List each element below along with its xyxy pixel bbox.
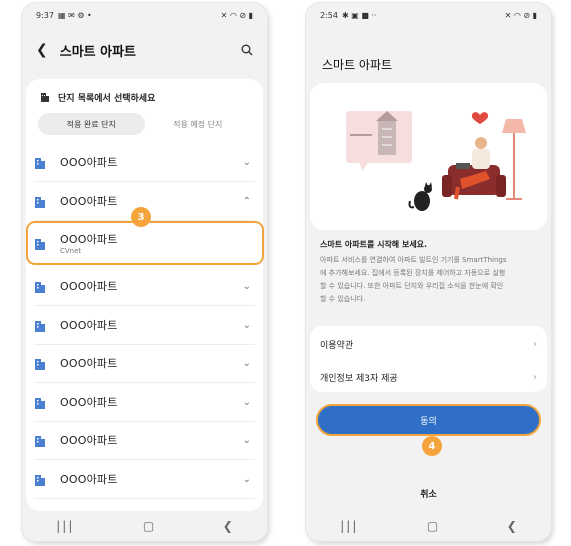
step-badge: 4 xyxy=(422,436,442,456)
list-item[interactable]: OOO아파트 ⌄ xyxy=(34,344,255,383)
chevron-down-icon[interactable]: ⌄ xyxy=(243,281,251,292)
recent-apps-icon[interactable]: ||| xyxy=(56,519,74,533)
chevron-down-icon[interactable]: ⌄ xyxy=(243,157,251,168)
chevron-right-icon: › xyxy=(533,339,537,350)
terms-menu-card: 이용약관 › 개인정보 제3자 제공 › xyxy=(310,326,547,392)
building-icon xyxy=(35,397,45,409)
chevron-down-icon[interactable]: ⌄ xyxy=(243,358,251,369)
illustration-card xyxy=(310,83,547,230)
status-time: 9:37 xyxy=(36,10,54,20)
smart-home-illustration xyxy=(346,111,526,211)
list-item-selected[interactable]: OOO아파트 CVnet xyxy=(34,224,255,262)
cancel-button[interactable]: 취소 xyxy=(306,487,551,500)
menu-item-label: 이용약관 xyxy=(320,341,354,351)
complex-name: OOO아파트 xyxy=(60,280,118,293)
complex-name: OOO아파트 xyxy=(60,396,118,409)
chevron-down-icon[interactable]: ⌄ xyxy=(243,320,251,331)
list-item[interactable]: OOO아파트 ⌄ xyxy=(34,267,255,306)
building-icon xyxy=(41,93,49,102)
agree-button[interactable]: 동의 xyxy=(316,404,541,436)
chevron-right-icon: › xyxy=(533,372,537,383)
intro-title: 스마트 아파트를 시작해 보세요. xyxy=(320,240,428,249)
building-icon xyxy=(35,281,45,293)
search-icon[interactable] xyxy=(241,44,253,56)
segment-tabs: 적용 완료 단지 적용 예정 단지 xyxy=(38,113,251,135)
chevron-down-icon[interactable]: ⌄ xyxy=(243,474,251,485)
recent-apps-icon[interactable]: ||| xyxy=(340,519,358,533)
intro-line: 할 수 있습니다. 또한 아파트 단지와 우리집 소식을 한눈에 확인 xyxy=(320,282,504,290)
tab-applied[interactable]: 적용 완료 단지 xyxy=(38,113,145,135)
complex-name: OOO아파트 xyxy=(60,473,118,486)
menu-item-terms[interactable]: 이용약관 › xyxy=(320,328,537,361)
list-item[interactable]: OOO아파트 ⌄ xyxy=(34,306,255,345)
list-item[interactable]: OOO아파트 ⌄ xyxy=(34,421,255,460)
nav-bar: ||| ▢ ❮ xyxy=(306,511,551,541)
page-title: 스마트 아파트 xyxy=(322,57,393,72)
home-icon[interactable]: ▢ xyxy=(143,519,154,533)
notification-icons: ▦ ✉ ⚙ • xyxy=(57,10,92,20)
intro-line: 아파트 서비스를 연결하여 아파트 빌트인 기기를 SmartThings xyxy=(320,256,507,264)
intro-line: 에 추가해보세요. 집에서 등록된 장치를 제어하고 자동으로 실행 xyxy=(320,269,506,277)
building-icon xyxy=(35,196,45,208)
system-icons: ✕ ◠ ⊘ ▮ xyxy=(504,10,537,20)
intro-section: 스마트 아파트를 시작해 보세요. 아파트 서비스를 연결하여 아파트 빌트인 … xyxy=(320,239,537,306)
building-icon xyxy=(35,157,45,169)
status-bar: 2:54 ✱ ▣ ■ ·· ✕ ◠ ⊘ ▮ xyxy=(306,3,551,27)
menu-item-third-party[interactable]: 개인정보 제3자 제공 › xyxy=(320,361,537,394)
system-icons: ✕ ◠ ⊘ ▮ xyxy=(220,10,253,20)
app-bar: 스마트 아파트 xyxy=(306,47,551,81)
complex-name: OOO아파트 xyxy=(60,357,118,370)
complex-name: OOO아파트 xyxy=(60,233,118,246)
right-phone-screen: 2:54 ✱ ▣ ■ ·· ✕ ◠ ⊘ ▮ 스마트 아파트 스마트 아파트를 시… xyxy=(306,3,551,541)
chevron-down-icon[interactable]: ⌄ xyxy=(243,435,251,446)
list-item[interactable]: OOO아파트 ⌄ xyxy=(34,383,255,422)
building-icon xyxy=(35,435,45,447)
intro-line: 할 수 있습니다. xyxy=(320,295,366,303)
menu-item-label: 개인정보 제3자 제공 xyxy=(320,374,398,384)
step-badge: 3 xyxy=(131,207,151,227)
list-item[interactable]: OOO아파트 ⌄ xyxy=(34,143,255,182)
building-icon xyxy=(35,320,45,332)
status-bar: 9:37 ▦ ✉ ⚙ • ✕ ◠ ⊘ ▮ xyxy=(22,3,267,27)
complex-name: OOO아파트 xyxy=(60,156,118,169)
complex-name: OOO아파트 xyxy=(60,434,118,447)
building-icon xyxy=(35,358,45,370)
tab-scheduled[interactable]: 적용 예정 단지 xyxy=(145,113,252,135)
back-icon[interactable]: ❮ xyxy=(223,519,233,533)
home-icon[interactable]: ▢ xyxy=(427,519,438,533)
building-icon xyxy=(35,474,45,486)
list-header: 단지 목록에서 선택하세요 xyxy=(26,87,263,107)
complex-name: OOO아파트 xyxy=(60,195,118,208)
complex-provider: CVnet xyxy=(60,247,82,255)
app-bar: ❮ 스마트 아파트 xyxy=(22,33,267,67)
list-header-label: 단지 목록에서 선택하세요 xyxy=(58,93,156,104)
chevron-up-icon[interactable]: ⌃ xyxy=(243,196,251,207)
notification-icons: ✱ ▣ ■ ·· xyxy=(341,10,377,20)
nav-bar: ||| ▢ ❮ xyxy=(22,511,267,541)
complex-name: OOO아파트 xyxy=(60,319,118,332)
status-time: 2:54 xyxy=(320,10,338,20)
chevron-down-icon[interactable]: ⌄ xyxy=(243,397,251,408)
list-item[interactable]: OOO아파트 ⌄ xyxy=(34,460,255,499)
page-title: 스마트 아파트 xyxy=(59,44,137,60)
left-phone-screen: 9:37 ▦ ✉ ⚙ • ✕ ◠ ⊘ ▮ ❮ 스마트 아파트 단지 목록에서 선… xyxy=(22,3,267,541)
back-icon[interactable]: ❮ xyxy=(507,519,517,533)
back-arrow-icon[interactable]: ❮ xyxy=(36,42,48,58)
building-icon xyxy=(35,238,45,250)
